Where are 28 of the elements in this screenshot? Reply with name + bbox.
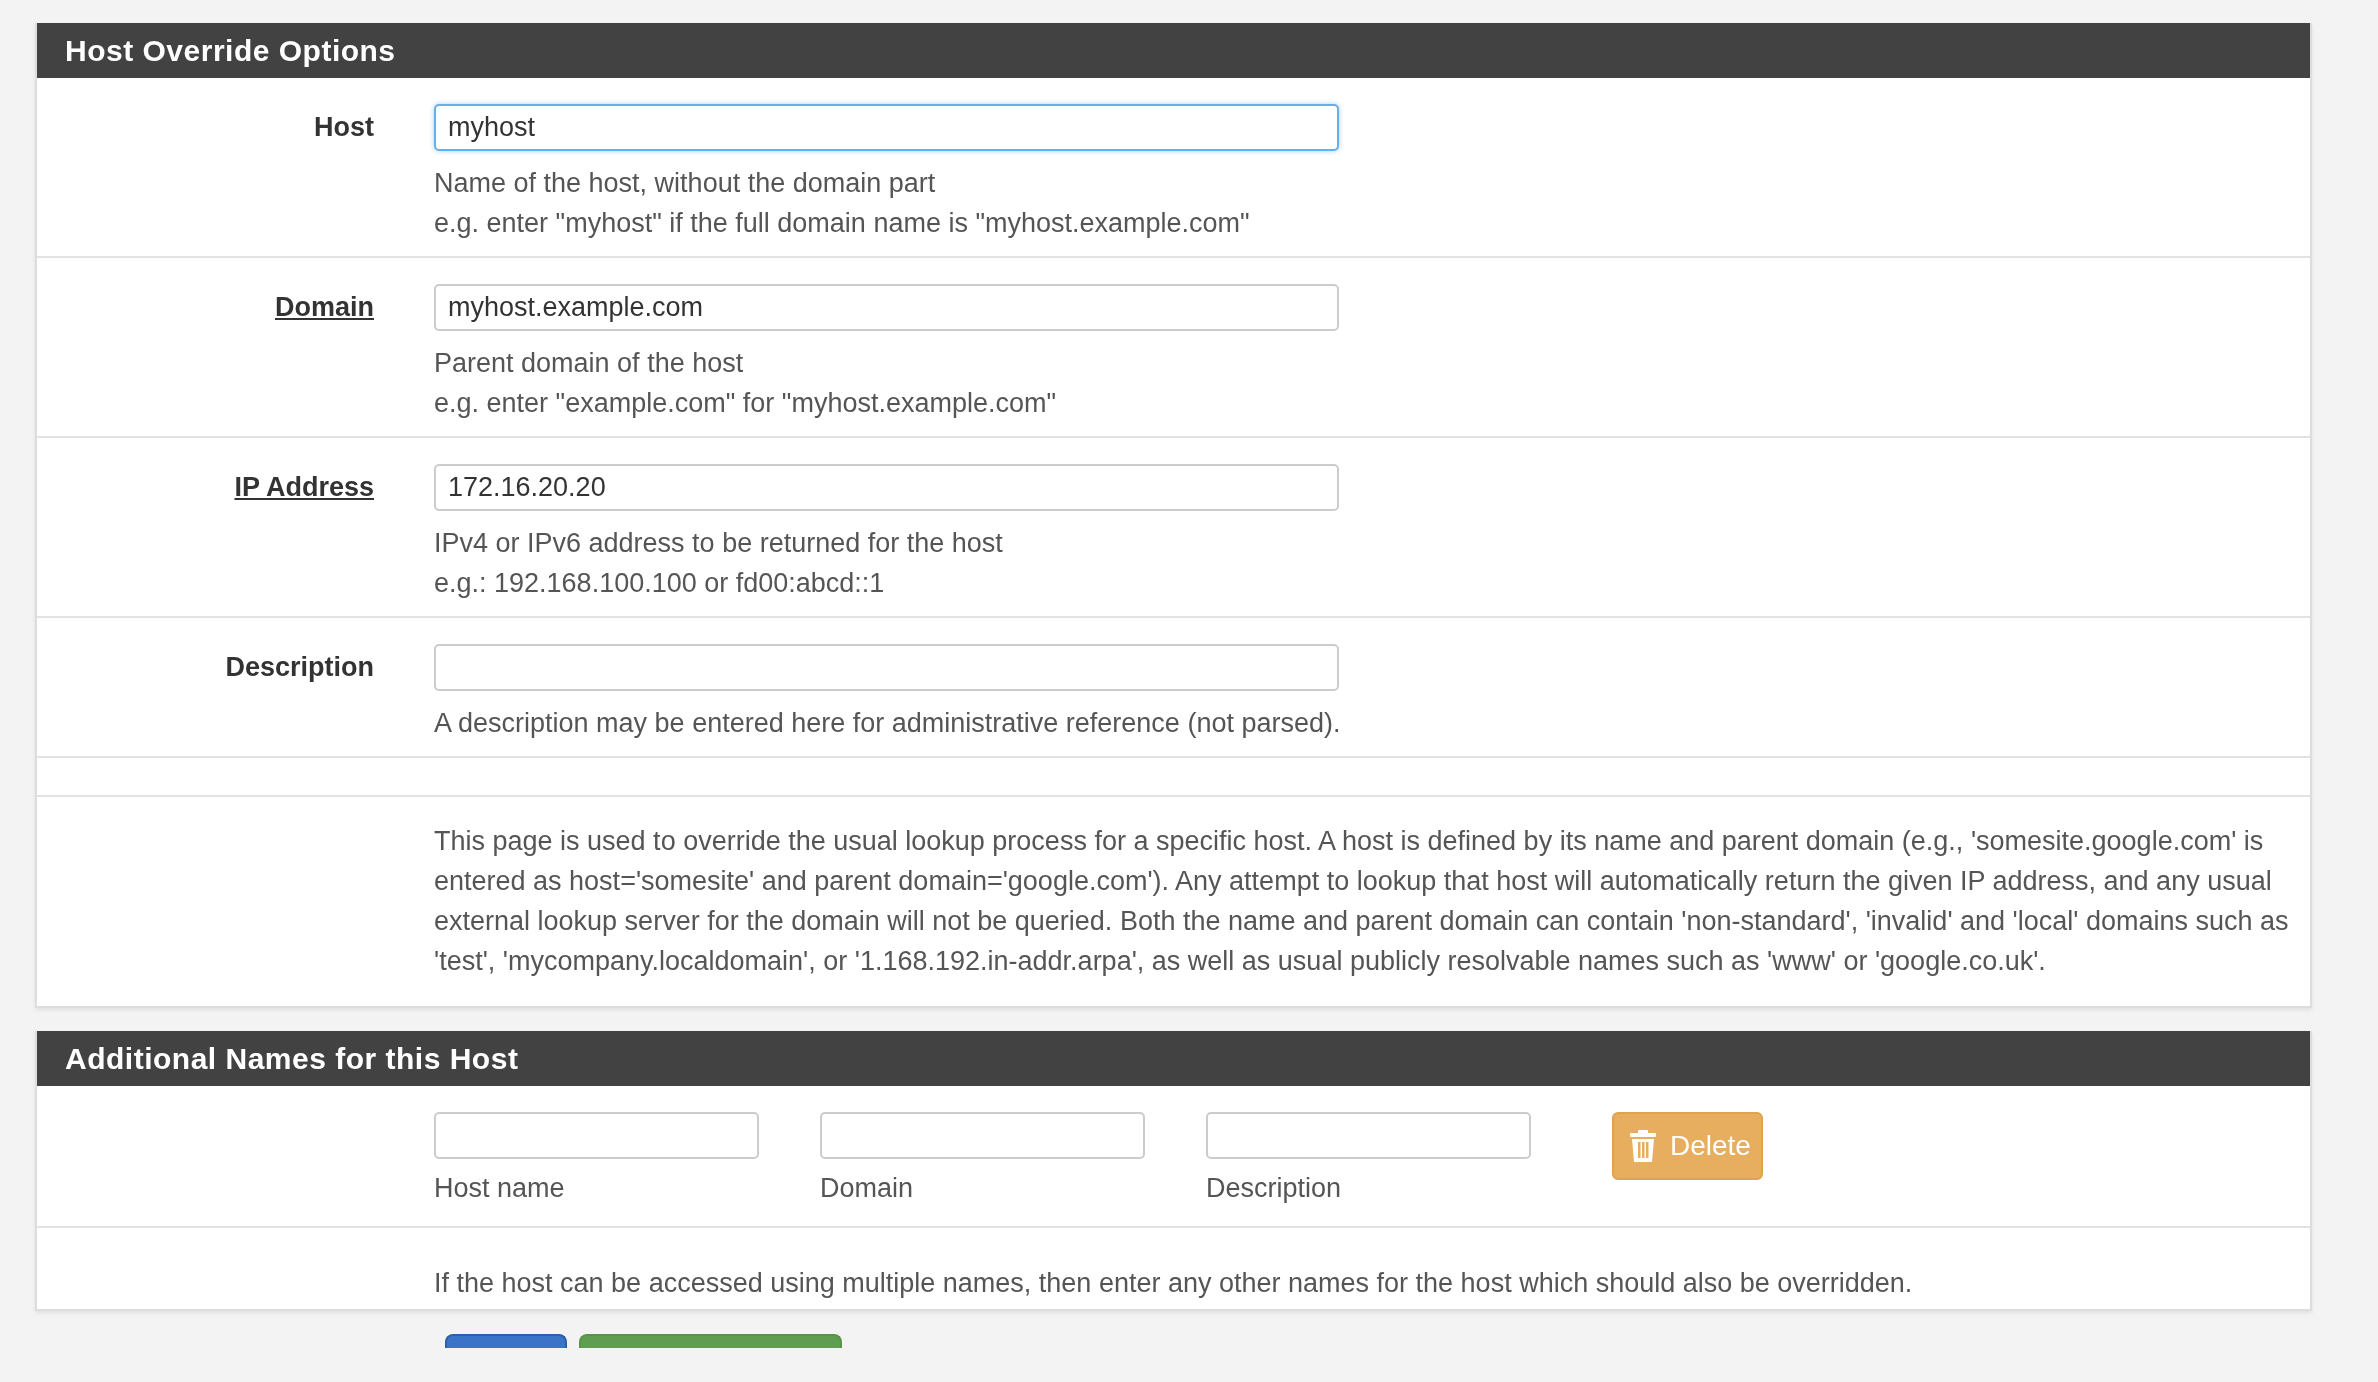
info-text: This page is used to override the usual lookup process for a specific host. A host is defined by its name and parent domain (e.g., 'somesite.google.com' is entered as host='somesite' and parent domain='google.com'). Any attempt to lookup that host will automatically return the given IP address, and any usual external lookup server for the domain will not be queried. Both the name and parent domain can contain 'non-standard', 'invalid' and 'local' domains such as 'test', 'mycompany.localdomain', or '1.168.192.in-addr.arpa', as well as usual publicly resolvable names such as 'www' or 'google.co.uk'. bbox=[434, 825, 2290, 978]
panel-header: Host Override Options bbox=[37, 23, 2310, 78]
field-caption: Host name bbox=[434, 1173, 566, 1204]
action-button[interactable] bbox=[445, 1334, 567, 1348]
input-field[interactable] bbox=[820, 1112, 1145, 1159]
help-text: Parent domain of the host bbox=[434, 347, 745, 380]
help-text: e.g. enter "example.com" for "myhost.example.com" bbox=[434, 387, 1058, 420]
help-text: IPv4 or IPv6 address to be returned for the host bbox=[434, 527, 1004, 560]
input-field[interactable]: 172.16.20.20 bbox=[434, 464, 1339, 511]
field-label: IP Address bbox=[234, 471, 374, 504]
input-field[interactable] bbox=[434, 1112, 759, 1159]
info-text: If the host can be accessed using multiple names, then enter any other names for the host which should also be overridden. bbox=[434, 1268, 1914, 1299]
input-field[interactable]: myhost bbox=[434, 104, 1339, 151]
help-text: e.g.: 192.168.100.100 or fd00:abcd::1 bbox=[434, 567, 886, 600]
input-field[interactable] bbox=[434, 644, 1339, 691]
panel-header: Additional Names for this Host bbox=[37, 1031, 2310, 1086]
trash-icon bbox=[1630, 1130, 1656, 1162]
field-label: Host bbox=[314, 111, 374, 144]
help-text: Name of the host, without the domain part bbox=[434, 167, 937, 200]
input-field[interactable] bbox=[1206, 1112, 1531, 1159]
input-field[interactable]: myhost.example.com bbox=[434, 284, 1339, 331]
field-label: Domain bbox=[275, 291, 374, 324]
field-caption: Domain bbox=[820, 1173, 915, 1204]
field-caption: Description bbox=[1206, 1173, 1343, 1204]
field-label: Description bbox=[225, 651, 374, 684]
action-button[interactable] bbox=[579, 1334, 842, 1348]
help-text: e.g. enter "myhost" if the full domain name is "myhost.example.com" bbox=[434, 207, 1251, 240]
help-text: A description may be entered here for administrative reference (not parsed). bbox=[434, 707, 1342, 740]
